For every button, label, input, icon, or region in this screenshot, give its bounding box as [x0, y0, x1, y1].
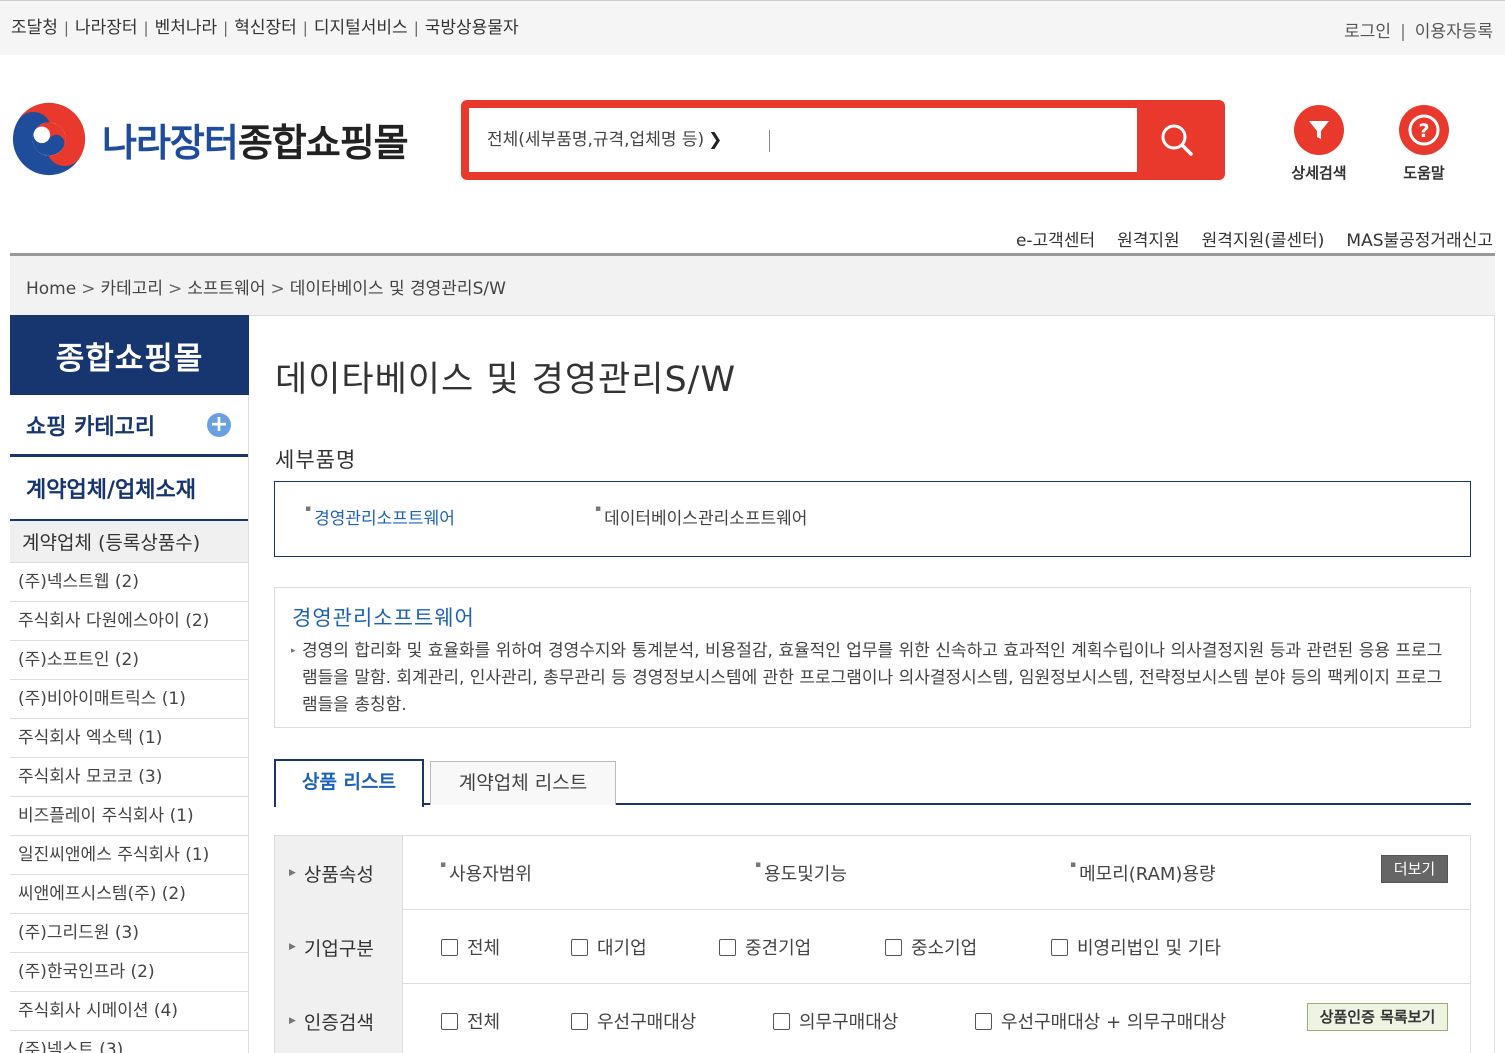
list-tabs: 상품 리스트 계약업체 리스트 — [274, 759, 1471, 807]
support-links: e-고객센터 원격지원 원격지원(콜센터) MAS불공정거래신고 — [994, 226, 1493, 251]
search-input[interactable] — [784, 120, 1124, 160]
filter-row-company-type: ▶ 기업구분 전체 대기업 중견기업 중소기업 비영리법인 및 기타 — [275, 910, 1470, 984]
company-checkbox-large[interactable]: 대기업 — [571, 934, 647, 960]
brand-name: 나라장터종합쇼핑몰 — [102, 120, 409, 165]
site-link-innovation[interactable]: 혁신장터 — [234, 18, 297, 38]
plus-icon: + — [207, 412, 231, 437]
vendor-item[interactable]: 비즈플레이 주식회사 (1) — [10, 797, 249, 836]
vendor-item[interactable]: 씨앤에프시스템(주) (2) — [10, 875, 249, 914]
site-link-naramarket[interactable]: 나라장터 — [75, 18, 138, 38]
vendor-item[interactable]: 주식회사 모코코 (3) — [10, 758, 249, 797]
register-link[interactable]: 이용자등록 — [1415, 22, 1493, 42]
vendor-item[interactable]: (주)그리드원 (3) — [10, 914, 249, 953]
shopping-category-toggle[interactable]: 쇼핑 카테고리 + — [10, 395, 249, 457]
taegeuk-emblem-icon — [12, 102, 86, 176]
vendor-item[interactable]: (주)비아이매트릭스 (1) — [10, 680, 249, 719]
breadcrumb-category[interactable]: 카테고리 — [100, 279, 163, 299]
vendor-item[interactable]: (주)넥스트 (3) — [10, 1031, 249, 1053]
chevron-down-icon: ❯ — [708, 130, 723, 150]
company-checkbox-midsize[interactable]: 중견기업 — [719, 934, 811, 960]
triangle-right-icon: ▶ — [289, 1016, 296, 1026]
site-link-venture[interactable]: 벤처나라 — [155, 18, 218, 38]
cert-checkbox-priority-mandatory[interactable]: 우선구매대상 + 의무구매대상 — [975, 1008, 1226, 1034]
account-links: 로그인 | 이용자등록 — [1344, 22, 1493, 42]
sub-item-database-sw[interactable]: ▪ 데이터베이스관리소프트웨어 — [595, 504, 807, 529]
cert-checkbox-all[interactable]: 전체 — [441, 1008, 500, 1034]
sub-item-box: ▪ 경영관리소프트웨어 ▪ 데이터베이스관리소프트웨어 — [274, 481, 1471, 557]
page-title: 데이타베이스 및 경영관리S/W — [275, 360, 737, 400]
vendor-item[interactable]: (주)넥스트웹 (2) — [10, 563, 249, 602]
search-button[interactable] — [1137, 108, 1217, 172]
affiliate-site-links: 조달청 | 나라장터 | 벤처나라 | 혁신장터 | 디지털서비스 | 국방상용물자 — [11, 18, 519, 38]
main-content: 데이타베이스 및 경영관리S/W 세부품명 ▪ 경영관리소프트웨어 ▪ 데이터베이스… — [249, 315, 1495, 1053]
top-utility-bar: 조달청 | 나라장터 | 벤처나라 | 혁신장터 | 디지털서비스 | 국방상용물자 로그인 | 이용자… — [0, 0, 1505, 55]
triangle-right-icon: ▶ — [289, 942, 296, 952]
breadcrumb-software[interactable]: 소프트웨어 — [187, 279, 265, 299]
breadcrumb-home[interactable]: Home — [26, 279, 76, 299]
attr-user-range[interactable]: ▪ 사용자범위 — [440, 860, 532, 886]
company-checkbox-small[interactable]: 중소기업 — [885, 934, 977, 960]
site-logo[interactable]: 나라장터종합쇼핑몰 — [10, 100, 409, 178]
filter-row-certification: ▶ 인증검색 전체 우선구매대상 의무구매대상 우선구매대상 + 의무구매대상 상… — [275, 984, 1470, 1053]
company-checkbox-nonprofit[interactable]: 비영리법인 및 기타 — [1051, 934, 1221, 960]
tab-product-list[interactable]: 상품 리스트 — [274, 759, 424, 807]
mas-unfair-report-link[interactable]: MAS불공정거래신고 — [1346, 231, 1493, 251]
cert-list-button[interactable]: 상품인증 목록보기 — [1307, 1003, 1448, 1031]
description-title: 경영관리소프트웨어 — [292, 606, 475, 630]
breadcrumb-current[interactable]: 데이타베이스 및 경영관리S/W — [290, 279, 506, 299]
attr-usage-function[interactable]: ▪ 용도및기능 — [755, 860, 847, 886]
filter-icon — [1309, 121, 1329, 139]
description-box: 경영관리소프트웨어 ▸ 경영의 합리화 및 효율화를 위하여 경영수지와 통계분석… — [274, 587, 1471, 728]
remote-support-callcenter-link[interactable]: 원격지원(콜센터) — [1202, 231, 1325, 251]
suppliers-heading[interactable]: 계약업체/업체소재 — [10, 457, 249, 521]
filter-panel: ▶ 상품속성 ▪ 사용자범위 ▪ 용도및기능 ▪ 메모리(RAM)용량 더보기 ▶ 기업구… — [274, 835, 1471, 1053]
detail-search-button[interactable]: 상세검색 — [1279, 105, 1359, 183]
sub-item-management-sw[interactable]: ▪ 경영관리소프트웨어 — [305, 504, 455, 529]
filter-row-attributes: ▶ 상품속성 ▪ 사용자범위 ▪ 용도및기능 ▪ 메모리(RAM)용량 더보기 — [275, 836, 1470, 910]
attr-memory-capacity[interactable]: ▪ 메모리(RAM)용량 — [1070, 860, 1216, 886]
vendor-list-header: 계약업체 (등록상품수) — [10, 521, 249, 563]
vendor-item[interactable]: 일진씨앤에스 주식회사 (1) — [10, 836, 249, 875]
vendor-list: (주)넥스트웹 (2) 주식회사 다원에스아이 (2) (주)소프트인 (2) … — [10, 563, 249, 1053]
search-icon — [1161, 124, 1193, 156]
e-customer-center-link[interactable]: e-고객센터 — [1016, 231, 1095, 251]
breadcrumb: Home > 카테고리 > 소프트웨어 > 데이타베이스 및 경영관리S/W — [10, 256, 1495, 315]
description-text: ▸ 경영의 합리화 및 효율화를 위하여 경영수지와 통계분석, 비용절감, 효율… — [291, 641, 1443, 715]
vendor-item[interactable]: 주식회사 시메이션 (4) — [10, 992, 249, 1031]
remote-support-link[interactable]: 원격지원 — [1117, 231, 1180, 251]
help-button[interactable]: ? 도움말 — [1384, 105, 1464, 183]
more-button[interactable]: 더보기 — [1381, 855, 1448, 883]
sidebar-shop-title[interactable]: 종합쇼핑몰 — [10, 315, 249, 395]
vendor-item[interactable]: (주)소프트인 (2) — [10, 641, 249, 680]
svg-text:?: ? — [1418, 120, 1429, 142]
vendor-item[interactable]: 주식회사 다원에스아이 (2) — [10, 602, 249, 641]
triangle-right-icon: ▶ — [289, 868, 296, 878]
section-title: 세부품명 — [275, 448, 357, 472]
tab-vendor-list[interactable]: 계약업체 리스트 — [430, 761, 616, 805]
sidebar: 종합쇼핑몰 쇼핑 카테고리 + 계약업체/업체소재 계약업체 (등록상품수) (… — [10, 315, 249, 1053]
site-link-pps[interactable]: 조달청 — [11, 18, 58, 38]
vendor-item[interactable]: (주)한국인프라 (2) — [10, 953, 249, 992]
login-link[interactable]: 로그인 — [1344, 22, 1391, 42]
company-checkbox-all[interactable]: 전체 — [441, 934, 500, 960]
question-icon: ? — [1408, 114, 1440, 146]
site-link-digital-service[interactable]: 디지털서비스 — [314, 18, 408, 38]
cert-checkbox-priority[interactable]: 우선구매대상 — [571, 1008, 696, 1034]
cert-checkbox-mandatory[interactable]: 의무구매대상 — [773, 1008, 898, 1034]
search-scope-select[interactable]: 전체(세부품명,규격,업체명 등) ❯ — [487, 108, 722, 172]
vendor-item[interactable]: 주식회사 엑소텍 (1) — [10, 719, 249, 758]
search-bar: 전체(세부품명,규격,업체명 등) ❯ — [461, 100, 1225, 180]
site-link-defense[interactable]: 국방상용물자 — [425, 18, 519, 38]
